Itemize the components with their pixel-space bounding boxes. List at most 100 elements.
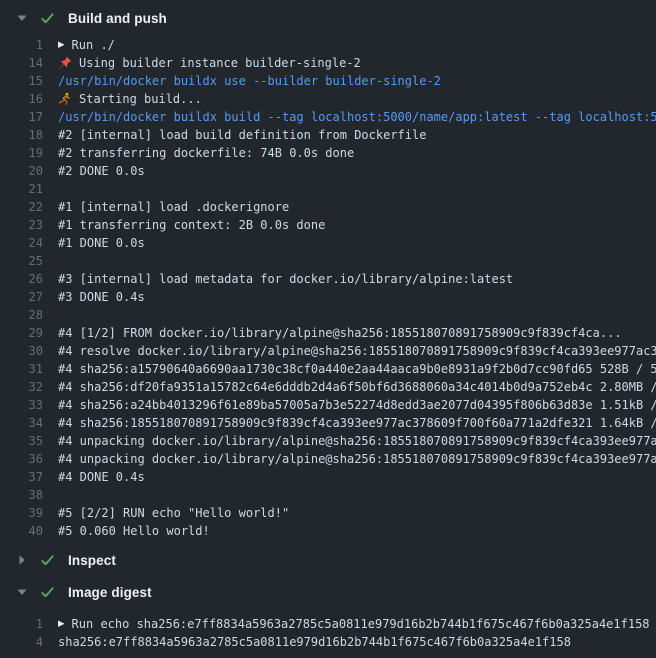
log-line: 18 #2 [internal] load build definition fr… bbox=[0, 126, 656, 144]
line-number[interactable]: 37 bbox=[0, 470, 43, 484]
log-text: /usr/bin/docker buildx use --builder bui… bbox=[58, 74, 441, 88]
line-number[interactable]: 30 bbox=[0, 344, 43, 358]
line-number[interactable]: 24 bbox=[0, 236, 43, 250]
line-number[interactable]: 19 bbox=[0, 146, 43, 160]
log-line: 32#4 sha256:df20fa9351a15782c64e6dddb2d4… bbox=[0, 378, 656, 396]
log-line: 31 #4 sha256:a15790640a6690aa1730c38cf0a4… bbox=[0, 360, 656, 378]
log-text: #2 DONE 0.0s bbox=[58, 164, 145, 178]
line-number[interactable]: 39 bbox=[0, 506, 43, 520]
log-line-text: #2 DONE 0.0s bbox=[58, 164, 145, 178]
log-text: #3 [internal] load metadata for docker.i… bbox=[58, 272, 513, 286]
log-text: #4 DONE 0.4s bbox=[58, 470, 145, 484]
log-line-text: ▶Run ./ bbox=[58, 38, 115, 52]
line-number[interactable]: 20 bbox=[0, 164, 43, 178]
line-number[interactable]: 18 bbox=[0, 128, 43, 142]
line-number[interactable]: 32 bbox=[0, 380, 43, 394]
log-line: 28 bbox=[0, 306, 656, 324]
log-line: 40 #5 0.060 Hello world! bbox=[0, 522, 656, 540]
line-number[interactable]: 29 bbox=[0, 326, 43, 340]
log-line: 29 #4 [1/2] FROM docker.io/library/alpine… bbox=[0, 324, 656, 342]
line-number[interactable]: 17 bbox=[0, 110, 43, 124]
actions-log-viewer: Build and push1▶Run ./14Using builder in… bbox=[0, 0, 656, 658]
section-build-and-push: Build and push 1 ▶Run ./ 14 Using builder in… bbox=[0, 0, 656, 540]
log-line-text: /usr/bin/docker buildx build --tag local… bbox=[58, 110, 656, 124]
run-group-expand-icon[interactable]: ▶ bbox=[58, 620, 65, 629]
line-number[interactable]: 15 bbox=[0, 74, 43, 88]
log-line: 15/usr/bin/docker buildx use --builder b… bbox=[0, 72, 656, 90]
log-text: Starting build... bbox=[79, 92, 202, 106]
log-line: 37 #4 DONE 0.4s bbox=[0, 468, 656, 486]
line-number[interactable]: 22 bbox=[0, 200, 43, 214]
log-lines: 1 ▶Run ./ 14 Using builder instance builder… bbox=[0, 36, 656, 540]
section-header-inspect[interactable]: Inspect bbox=[0, 542, 656, 578]
section-header-image-digest[interactable]: Image digest bbox=[0, 574, 656, 610]
line-number[interactable]: 25 bbox=[0, 254, 43, 268]
line-number[interactable]: 31 bbox=[0, 362, 43, 376]
log-line: 14 Using builder instance builder-single-… bbox=[0, 54, 656, 72]
log-line-text: #4 unpacking docker.io/library/alpine@sh… bbox=[58, 452, 656, 466]
log-line-text: #4 [1/2] FROM docker.io/library/alpine@s… bbox=[58, 326, 622, 340]
log-line-text: ▶Run echo sha256:e7ff8834a5963a2785c5a08… bbox=[58, 617, 650, 631]
log-line: 27 #3 DONE 0.4s bbox=[0, 288, 656, 306]
log-line: 4 sha256:e7ff8834a5963a2785c5a0811e979d16… bbox=[0, 633, 656, 651]
line-number[interactable]: 35 bbox=[0, 434, 43, 448]
line-number[interactable]: 23 bbox=[0, 218, 43, 232]
log-line-text: sha256:e7ff8834a5963a2785c5a0811e979d16b… bbox=[58, 635, 571, 649]
check-icon bbox=[40, 553, 55, 568]
log-line: 33 #4 sha256:a24bb4013296f61e89ba57005a7b… bbox=[0, 396, 656, 414]
log-line: 16 Starting build... bbox=[0, 90, 656, 108]
log-line-text: Using builder instance builder-single-2 bbox=[58, 56, 361, 70]
line-number[interactable]: 1 bbox=[0, 617, 43, 631]
log-text: #4 [1/2] FROM docker.io/library/alpine@s… bbox=[58, 326, 622, 340]
line-number[interactable]: 36 bbox=[0, 452, 43, 466]
check-icon bbox=[40, 11, 55, 26]
line-number[interactable]: 40 bbox=[0, 524, 43, 538]
log-lines: 1 ▶Run echo sha256:e7ff8834a5963a2785c5a0… bbox=[0, 610, 656, 651]
log-line-text: #4 sha256:185518070891758909c9f839cf4ca3… bbox=[58, 416, 656, 430]
run-group-expand-icon[interactable]: ▶ bbox=[58, 41, 65, 50]
line-number[interactable]: 26 bbox=[0, 272, 43, 286]
line-number[interactable]: 27 bbox=[0, 290, 43, 304]
section-image-digest: Image digest 1 ▶Run echo sha256:e7ff8834a5… bbox=[0, 574, 656, 651]
section-header-build-and-push[interactable]: Build and push bbox=[0, 0, 656, 36]
log-line-text: #2 [internal] load build definition from… bbox=[58, 128, 426, 142]
line-number[interactable]: 14 bbox=[0, 56, 43, 70]
section-title: Build and push bbox=[68, 11, 167, 26]
log-text: /usr/bin/docker buildx build --tag local… bbox=[58, 110, 656, 124]
log-line-text: #1 DONE 0.0s bbox=[58, 236, 145, 250]
log-line: 21 bbox=[0, 180, 656, 198]
line-number[interactable]: 16 bbox=[0, 92, 43, 106]
line-number[interactable]: 4 bbox=[0, 635, 43, 649]
log-line-text: #4 sha256:a24bb4013296f61e89ba57005a7b3e… bbox=[58, 398, 656, 412]
log-line-text: #4 unpacking docker.io/library/alpine@sh… bbox=[58, 434, 656, 448]
line-number[interactable]: 28 bbox=[0, 308, 43, 322]
log-text: #1 [internal] load .dockerignore bbox=[58, 200, 289, 214]
log-text: #3 DONE 0.4s bbox=[58, 290, 145, 304]
log-line-text: #5 0.060 Hello world! bbox=[58, 524, 210, 538]
log-line: 17/usr/bin/docker buildx build --tag loc… bbox=[0, 108, 656, 126]
log-text: #4 sha256:185518070891758909c9f839cf4ca3… bbox=[58, 416, 656, 430]
log-line: 39 #5 [2/2] RUN echo "Hello world!" bbox=[0, 504, 656, 522]
log-line: 30 #4 resolve docker.io/library/alpine@sh… bbox=[0, 342, 656, 360]
chevron-down-icon bbox=[17, 587, 27, 597]
log-line-text: #3 [internal] load metadata for docker.i… bbox=[58, 272, 513, 286]
chevron-right-icon bbox=[17, 555, 27, 565]
log-line: 1 ▶Run ./ bbox=[0, 36, 656, 54]
line-number[interactable]: 34 bbox=[0, 416, 43, 430]
log-line: 20 #2 DONE 0.0s bbox=[0, 162, 656, 180]
log-text: #5 [2/2] RUN echo "Hello world!" bbox=[58, 506, 289, 520]
log-line-text: #4 resolve docker.io/library/alpine@sha2… bbox=[58, 344, 656, 358]
log-line-text: #3 DONE 0.4s bbox=[58, 290, 145, 304]
log-line-text: /usr/bin/docker buildx use --builder bui… bbox=[58, 74, 441, 88]
line-number[interactable]: 38 bbox=[0, 488, 43, 502]
log-line: 38 bbox=[0, 486, 656, 504]
line-number[interactable]: 1 bbox=[0, 38, 43, 52]
log-line: 34 #4 sha256:185518070891758909c9f839cf4c… bbox=[0, 414, 656, 432]
log-line: 1 ▶Run echo sha256:e7ff8834a5963a2785c5a0… bbox=[0, 615, 656, 633]
line-number[interactable]: 21 bbox=[0, 182, 43, 196]
log-text: #4 sha256:a15790640a6690aa1730c38cf0a440… bbox=[58, 362, 656, 376]
pushpin-icon bbox=[58, 56, 72, 70]
line-number[interactable]: 33 bbox=[0, 398, 43, 412]
log-line: 19#2 transferring dockerfile: 74B 0.0s d… bbox=[0, 144, 656, 162]
log-text: #4 resolve docker.io/library/alpine@sha2… bbox=[58, 344, 656, 358]
